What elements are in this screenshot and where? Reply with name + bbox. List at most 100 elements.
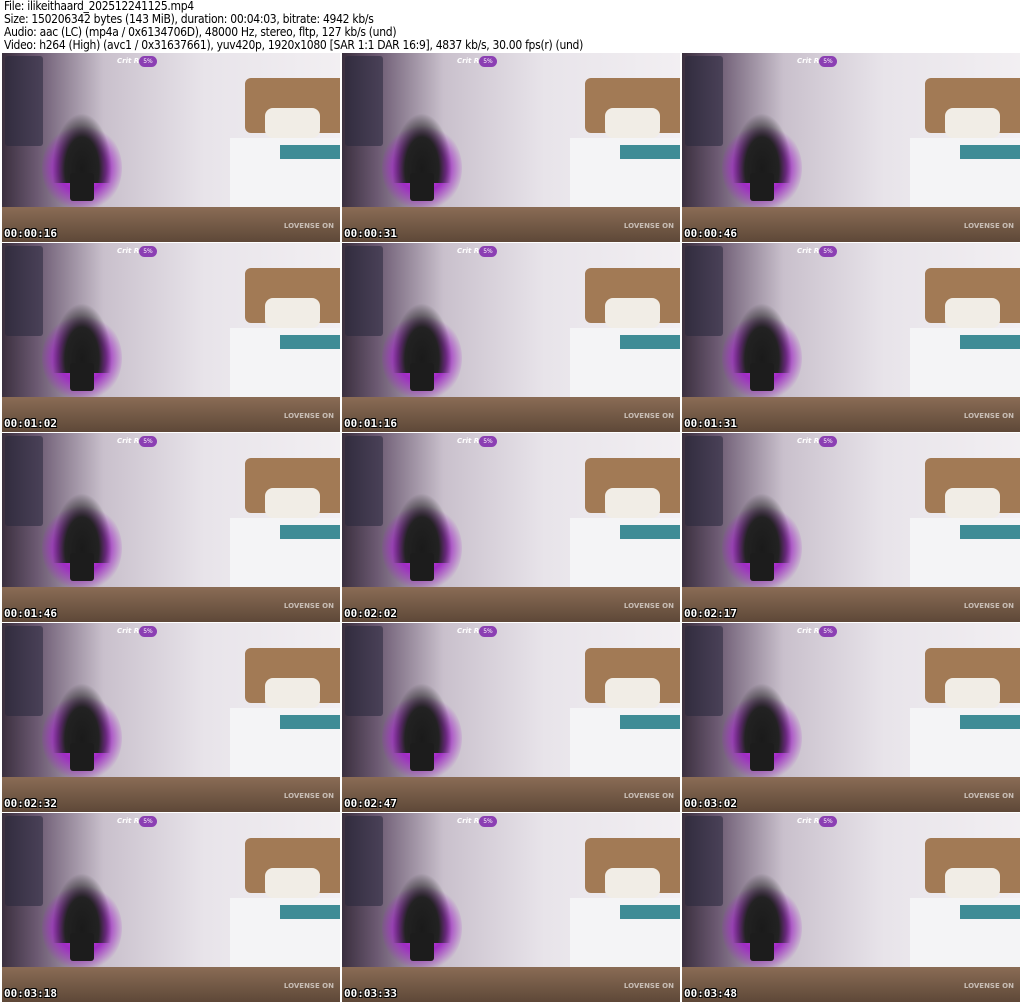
crit-rate-value: 5% [479,56,497,67]
blanket [280,905,340,919]
brand-watermark: LOVENSE ON [963,602,1014,610]
blanket [960,145,1020,159]
stream-overlay-panel [685,436,723,526]
video-thumbnail[interactable]: Crit Rate 5% LOVENSE ON 00:02:32 [2,623,340,812]
plant-pot [70,173,94,201]
blanket [620,335,680,349]
stream-overlay-panel [345,626,383,716]
plant-pot [750,173,774,201]
stream-overlay-panel [5,436,43,526]
crit-rate-value: 5% [819,626,837,637]
plant-pot [750,553,774,581]
video-thumbnail[interactable]: Crit Rate 5% LOVENSE ON 00:02:02 [342,433,680,622]
crit-rate-value: 5% [479,246,497,257]
plant-pot [750,743,774,771]
timestamp: 00:00:16 [4,227,57,240]
pillow [605,108,660,138]
stream-overlay-panel [5,246,43,336]
pillow [945,678,1000,708]
timestamp: 00:03:48 [684,987,737,1000]
video-info: Video: h264 (High) (avc1 / 0x31637661), … [4,38,583,52]
timestamp: 00:02:02 [344,607,397,620]
timestamp: 00:01:16 [344,417,397,430]
brand-watermark: LOVENSE ON [963,222,1014,230]
crit-rate-value: 5% [479,436,497,447]
crit-rate-value: 5% [819,246,837,257]
video-thumbnail[interactable]: Crit Rate 5% LOVENSE ON 00:01:46 [2,433,340,622]
blanket [960,905,1020,919]
brand-watermark: LOVENSE ON [623,222,674,230]
video-thumbnail[interactable]: Crit Rate 5% LOVENSE ON 00:03:48 [682,813,1020,1002]
pillow [945,108,1000,138]
video-thumbnail[interactable]: Crit Rate 5% LOVENSE ON 00:01:31 [682,243,1020,432]
pillow [265,488,320,518]
plant-pot [750,363,774,391]
plant-pot [70,553,94,581]
blanket [280,715,340,729]
crit-rate-value: 5% [139,436,157,447]
pillow [265,298,320,328]
brand-watermark: LOVENSE ON [623,792,674,800]
brand-watermark: LOVENSE ON [283,792,334,800]
video-thumbnail[interactable]: Crit Rate 5% LOVENSE ON 00:01:02 [2,243,340,432]
crit-rate-value: 5% [139,816,157,827]
plant-pot [410,173,434,201]
crit-rate-value: 5% [479,626,497,637]
blanket [960,525,1020,539]
pillow [605,868,660,898]
blanket [620,715,680,729]
video-thumbnail[interactable]: Crit Rate 5% LOVENSE ON 00:03:33 [342,813,680,1002]
timestamp: 00:02:17 [684,607,737,620]
plant-pot [410,363,434,391]
stream-overlay-panel [345,246,383,336]
brand-watermark: LOVENSE ON [283,982,334,990]
pillow [265,108,320,138]
video-thumbnail[interactable]: Crit Rate 5% LOVENSE ON 00:02:47 [342,623,680,812]
video-thumbnail[interactable]: Crit Rate 5% LOVENSE ON 00:00:46 [682,53,1020,242]
blanket [280,145,340,159]
plant-pot [750,933,774,961]
video-thumbnail[interactable]: Crit Rate 5% LOVENSE ON 00:03:18 [2,813,340,1002]
video-thumbnail[interactable]: Crit Rate 5% LOVENSE ON 00:02:17 [682,433,1020,622]
plant-pot [70,933,94,961]
stream-overlay-panel [5,56,43,146]
stream-overlay-panel [5,626,43,716]
timestamp: 00:03:33 [344,987,397,1000]
brand-watermark: LOVENSE ON [963,412,1014,420]
blanket [620,525,680,539]
video-thumbnail[interactable]: Crit Rate 5% LOVENSE ON 00:00:16 [2,53,340,242]
crit-rate-value: 5% [819,816,837,827]
thumbnail-grid: Crit Rate 5% LOVENSE ON 00:00:16 Crit Ra… [2,53,1020,1002]
timestamp: 00:03:18 [4,987,57,1000]
video-thumbnail[interactable]: Crit Rate 5% LOVENSE ON 00:01:16 [342,243,680,432]
timestamp: 00:02:32 [4,797,57,810]
brand-watermark: LOVENSE ON [283,602,334,610]
stream-overlay-panel [345,816,383,906]
plant-pot [410,553,434,581]
video-thumbnail[interactable]: Crit Rate 5% LOVENSE ON 00:00:31 [342,53,680,242]
pillow [605,488,660,518]
timestamp: 00:00:46 [684,227,737,240]
video-thumbnail[interactable]: Crit Rate 5% LOVENSE ON 00:03:02 [682,623,1020,812]
stream-overlay-panel [685,816,723,906]
crit-rate-value: 5% [819,436,837,447]
stream-overlay-panel [345,56,383,146]
crit-rate-value: 5% [139,246,157,257]
stream-overlay-panel [685,56,723,146]
timestamp: 00:01:46 [4,607,57,620]
timestamp: 00:01:31 [684,417,737,430]
pillow [945,298,1000,328]
timestamp: 00:02:47 [344,797,397,810]
plant-pot [70,743,94,771]
plant-pot [410,933,434,961]
plant-pot [410,743,434,771]
brand-watermark: LOVENSE ON [283,412,334,420]
brand-watermark: LOVENSE ON [283,222,334,230]
blanket [620,145,680,159]
pillow [605,298,660,328]
timestamp: 00:01:02 [4,417,57,430]
pillow [265,678,320,708]
crit-rate-value: 5% [139,56,157,67]
stream-overlay-panel [345,436,383,526]
stream-overlay-panel [685,626,723,716]
